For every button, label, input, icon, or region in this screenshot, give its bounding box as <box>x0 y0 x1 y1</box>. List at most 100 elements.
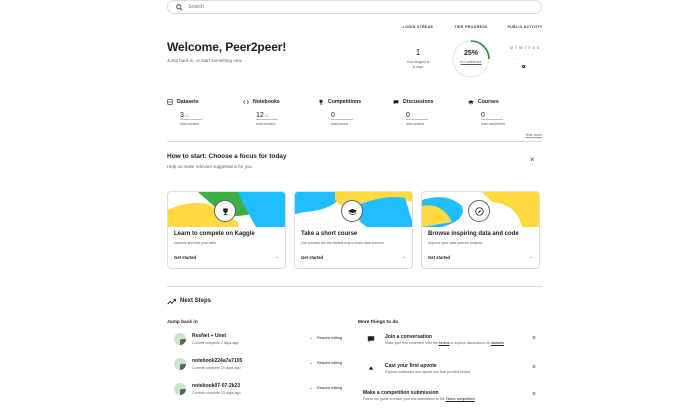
jump-item-name[interactable]: ResNet + Unet <box>192 333 226 339</box>
trophy-icon <box>222 207 228 215</box>
activity-today-marker <box>522 65 525 68</box>
close-icon[interactable]: × <box>532 391 536 398</box>
search-input[interactable] <box>188 4 488 10</box>
notebook-avatar <box>174 333 186 345</box>
courses-icon <box>468 100 474 105</box>
weekday-mon: M <box>510 46 513 50</box>
stat-competitions-sub: total joined <box>331 122 348 126</box>
todo-item-desc: Follow our guide to make your first subm… <box>363 397 475 401</box>
discussion-icon <box>393 100 399 105</box>
card-browse[interactable]: Browse inspiring data and code Improve y… <box>421 191 540 269</box>
jump-back-title: Jump back in <box>167 320 198 325</box>
arrow-right-icon: → <box>308 385 313 391</box>
resume-editing-label: Resume editing <box>317 336 342 340</box>
stat-discussions-sub: total posted <box>406 122 425 126</box>
todo-item[interactable]: Join a conversation Make your first comm… <box>363 334 543 356</box>
todo-item[interactable]: Make a competition submission Follow our… <box>363 390 543 408</box>
welcome-subtitle: Jump back in, or start something new. <box>167 58 243 63</box>
stat-notebooks-divider <box>256 119 278 120</box>
weekday-sat: S <box>532 46 535 50</box>
card-compete-title: Learn to compete on Kaggle <box>174 231 255 237</box>
stat-datasets-name: Datasets <box>177 99 199 105</box>
close-icon[interactable]: × <box>532 335 536 342</box>
jump-item-sub: Commit complete 20 days ago <box>192 366 241 370</box>
notebook-badge <box>180 364 186 370</box>
next-steps-title: Next Steps <box>180 298 212 304</box>
arrow-right-icon: → <box>308 335 313 341</box>
stat-courses-name: Courses <box>478 99 499 105</box>
forums-link[interactable]: forums <box>439 341 450 345</box>
card-course-cta[interactable]: Get started <box>301 255 323 260</box>
arrow-right-icon[interactable]: → <box>274 254 279 260</box>
list-item[interactable]: notebook07-07-2k23 Commit complete 23 da… <box>172 383 358 401</box>
card-compete[interactable]: Learn to compete on Kaggle Improve and t… <box>167 191 286 269</box>
list-item[interactable]: notebook224a7a7105 Commit complete 20 da… <box>172 358 358 376</box>
todo-item-name: Join a conversation <box>385 334 432 340</box>
card-course-desc: Our courses are the fastest way to learn… <box>301 241 384 245</box>
arrow-right-icon[interactable]: → <box>528 254 533 260</box>
card-browse-title: Browse inspiring data and code <box>428 231 519 237</box>
stat-discussions[interactable]: Discussions 0 total posted <box>393 99 434 126</box>
resume-editing-button[interactable]: → Resume editing <box>308 360 342 366</box>
tier-progress-label: TIER PROGRESS <box>454 25 488 29</box>
card-compete-desc: Improve and test your skills <box>174 241 217 245</box>
resume-editing-button[interactable]: → Resume editing <box>308 335 342 341</box>
tier-progress-percent: 25% <box>463 50 478 57</box>
upvote-icon <box>368 366 374 370</box>
arrow-right-icon[interactable]: → <box>401 254 406 260</box>
graduation-cap-icon <box>347 208 357 215</box>
welcome-title: Welcome, Peer2peer! <box>167 40 287 54</box>
search-bar[interactable] <box>167 0 542 14</box>
card-compete-cta[interactable]: Get started <box>174 255 196 260</box>
stat-competitions-divider <box>331 119 353 120</box>
todo-item-desc: Make your first comment! Visit the forum… <box>385 341 505 345</box>
howto-subtitle: Help us make relevant suggestions for yo… <box>167 164 253 169</box>
stat-competitions-value: 0 <box>331 112 335 119</box>
card-course-badge <box>341 200 363 222</box>
todo-item[interactable]: Cast your first upvote Explore notebooks… <box>363 363 543 381</box>
close-icon[interactable]: × <box>532 364 536 371</box>
stat-datasets-value: 3 <box>180 112 184 119</box>
stat-datasets[interactable]: Datasets 3+1 total created <box>167 99 202 126</box>
titanic-competition-link[interactable]: Titanic competition <box>446 397 475 401</box>
howto-title: How to start: Choose a focus for today <box>167 153 287 160</box>
stat-competitions-name: Competitions <box>328 99 362 105</box>
stat-courses[interactable]: Courses 0 total completed <box>468 99 505 126</box>
jump-item-name[interactable]: notebook07-07-2k23 <box>192 383 240 389</box>
section-divider-1 <box>167 141 542 142</box>
card-course-title: Take a short course <box>301 231 358 237</box>
public-activity-label: PUBLIC ACTIVITY <box>507 25 543 29</box>
weekday-wed: W <box>519 46 523 50</box>
datasets-link[interactable]: datasets <box>491 341 504 345</box>
trophy-icon <box>319 99 323 105</box>
activity-weekdays: M T W T F S S <box>510 46 539 50</box>
stat-courses-divider <box>481 119 503 120</box>
stat-datasets-divider <box>180 119 202 120</box>
jump-item-sub: Commit complete 2 days ago <box>192 341 239 345</box>
trending-up-icon <box>167 298 176 305</box>
hide-icons-link[interactable]: Hide icons <box>525 133 542 138</box>
jump-item-name[interactable]: notebook224a7a7105 <box>192 358 242 364</box>
resume-editing-button[interactable]: → Resume editing <box>308 385 342 391</box>
tier-progress-note[interactable]: to Contributor <box>450 60 492 65</box>
tier-progress-ring <box>452 40 490 78</box>
list-item[interactable]: ResNet + Unet Commit complete 2 days ago… <box>172 333 358 351</box>
card-compete-badge <box>214 200 236 222</box>
activity-grid: · · · · · · · · · · · · · · · · · · · · · <box>510 53 522 65</box>
notebooks-icon <box>243 100 249 104</box>
comment-icon <box>367 336 375 343</box>
stat-courses-sub: total completed <box>481 122 505 126</box>
weekday-sun: S <box>537 46 540 50</box>
compass-icon <box>474 206 484 216</box>
stat-notebooks[interactable]: Notebooks 12+1 total created <box>243 99 280 126</box>
card-browse-cta[interactable]: Get started <box>428 255 450 260</box>
stat-competitions[interactable]: Competitions 0 total joined <box>318 99 362 126</box>
notebook-badge <box>180 389 186 395</box>
stat-discussions-value: 0 <box>406 112 410 119</box>
todo-item-name: Cast your first upvote <box>385 363 437 369</box>
card-course[interactable]: Take a short course Our courses are the … <box>294 191 413 269</box>
resume-editing-label: Resume editing <box>317 361 342 365</box>
stat-notebooks-delta: +1 <box>264 114 269 118</box>
howto-close-icon[interactable]: × <box>530 156 535 164</box>
more-things-title: More things to do <box>358 320 399 325</box>
